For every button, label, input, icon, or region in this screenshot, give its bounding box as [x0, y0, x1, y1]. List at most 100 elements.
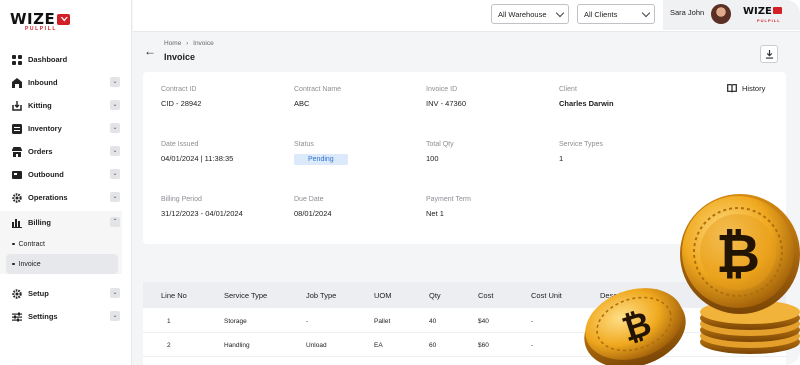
field-invoice-id: Invoice ID INV - 47360 — [426, 86, 466, 108]
field-value: ABC — [294, 99, 310, 108]
field-due-date: Due Date 08/01/2024 — [294, 196, 332, 218]
table-cell: 2 — [167, 342, 171, 349]
download-button[interactable] — [760, 45, 778, 63]
chevron-down-icon — [641, 8, 651, 18]
column-header[interactable]: Qty — [429, 291, 441, 300]
table-cell: Handling — [224, 342, 250, 349]
bar-chart-icon — [11, 217, 22, 228]
avatar[interactable] — [711, 4, 731, 24]
field-contract-name: Contract Name ABC — [294, 86, 341, 108]
field-label: Total Qty — [426, 141, 454, 148]
field-label: Status — [294, 141, 314, 148]
sidebar-item-inventory[interactable]: Inventory ⌄ — [0, 117, 132, 140]
bitcoin-coins-icon: ₿ ₿ — [584, 194, 800, 365]
status-badge: Pending — [294, 154, 348, 165]
field-label: Contract Name — [294, 86, 342, 93]
sidebar-item-label: Orders — [28, 147, 53, 156]
column-header[interactable]: Job Type — [306, 291, 336, 300]
field-value: 08/01/2024 — [294, 209, 332, 218]
page-title: Invoice — [164, 52, 196, 62]
back-arrow-icon[interactable]: ← — [144, 44, 156, 58]
field-value: Net 1 — [426, 209, 444, 218]
sidebar-item-label: Outbound — [28, 170, 64, 179]
field-value: 1 — [559, 154, 564, 163]
client-logo-name: WIZE — [743, 6, 772, 17]
table-cell: 1 — [167, 318, 171, 325]
sidebar-item-orders[interactable]: Orders ⌄ — [0, 140, 132, 163]
user-menu[interactable]: Sara John WIZE PULPILL — [663, 0, 800, 30]
column-header[interactable]: Cost — [478, 291, 493, 300]
sidebar-item-settings[interactable]: Settings ⌄ — [0, 305, 132, 328]
brand-tagline: PULPILL — [25, 26, 58, 32]
field-label: Client — [559, 86, 577, 93]
truck-box-icon — [11, 169, 22, 180]
chevron-down-icon[interactable]: ⌄ — [110, 146, 120, 156]
sidebar-item-outbound[interactable]: Outbound ⌄ — [0, 163, 132, 186]
logo-mark-icon — [57, 13, 70, 25]
field-value: INV - 47360 — [426, 99, 467, 108]
column-header[interactable]: UOM — [374, 291, 392, 300]
sidebar-item-billing[interactable]: Billing ⌃ — [0, 211, 122, 234]
list-box-icon — [11, 123, 22, 134]
sidebar-subitem-label: Contract — [18, 240, 45, 248]
field-label: Invoice ID — [426, 86, 458, 93]
sidebar-item-label: Inventory — [28, 124, 62, 133]
history-button[interactable]: History — [727, 84, 765, 93]
field-label: Contract ID — [161, 86, 197, 93]
table-cell: $40 — [478, 318, 489, 325]
field-value: CID - 28942 — [161, 99, 202, 108]
chevron-down-icon[interactable]: ⌄ — [110, 77, 120, 87]
box-download-icon — [11, 100, 22, 111]
breadcrumb-current: Invoice — [193, 40, 214, 47]
chevron-down-icon[interactable]: ⌄ — [110, 311, 120, 321]
table-cell: - — [531, 342, 534, 349]
field-client: Client Charles Darwin — [559, 86, 614, 108]
sidebar-item-operations[interactable]: Operations ⌄ — [0, 186, 132, 209]
table-cell: Storage — [224, 318, 247, 325]
sidebar-nav: Dashboard Inbound ⌄ Kitting ⌄ Inventory … — [0, 48, 132, 328]
field-label: Date Issued — [161, 141, 199, 148]
chevron-down-icon — [555, 8, 565, 18]
chevron-down-icon[interactable]: ⌄ — [110, 100, 120, 110]
sidebar-item-kitting[interactable]: Kitting ⌄ — [0, 94, 132, 117]
client-logo-tagline: PULPILL — [757, 18, 781, 23]
field-total-qty: Total Qty 100 — [426, 141, 454, 163]
billing-group: Billing ⌃ Contract Invoice — [0, 211, 122, 274]
warehouse-select[interactable]: All Warehouse — [491, 4, 569, 24]
sidebar-item-dashboard[interactable]: Dashboard — [0, 48, 132, 71]
sidebar-subitem-invoice[interactable]: Invoice — [6, 254, 118, 274]
download-icon — [765, 49, 773, 59]
shop-icon — [11, 146, 22, 157]
sidebar-item-label: Kitting — [28, 101, 52, 110]
field-label: Service Types — [559, 141, 603, 148]
sidebar-item-label: Operations — [28, 193, 68, 202]
sidebar-item-label: Settings — [28, 312, 58, 321]
breadcrumb-separator: › — [186, 40, 189, 47]
chevron-down-icon[interactable]: ⌄ — [110, 192, 120, 202]
breadcrumb-home[interactable]: Home — [164, 40, 181, 47]
field-value: Charles Darwin — [559, 99, 614, 108]
field-billing-period: Billing Period 31/12/2023 - 04/01/2024 — [161, 196, 243, 218]
field-payment-term: Payment Term Net 1 — [426, 196, 471, 218]
breadcrumb: Home › Invoice — [164, 40, 214, 47]
sliders-icon — [11, 311, 22, 322]
table-cell: $60 — [478, 342, 489, 349]
logo-mark-icon — [772, 7, 782, 14]
sidebar-item-setup[interactable]: Setup ⌄ — [0, 282, 132, 305]
table-cell: EA — [374, 342, 383, 349]
chevron-down-icon[interactable]: ⌄ — [110, 288, 120, 298]
chevron-down-icon[interactable]: ⌄ — [110, 169, 120, 179]
sidebar-item-inbound[interactable]: Inbound ⌄ — [0, 71, 132, 94]
column-header[interactable]: Service Type — [224, 291, 267, 300]
app-window: WIZE PULPILL Dashboard Inbound ⌄ Kitting… — [0, 0, 800, 365]
chevron-up-icon[interactable]: ⌃ — [110, 217, 120, 227]
brand-logo[interactable]: WIZE PULPILL — [10, 10, 70, 36]
column-header[interactable]: Line No — [161, 291, 187, 300]
clients-select[interactable]: All Clients — [577, 4, 655, 24]
field-label: Due Date — [294, 196, 324, 203]
chevron-down-icon[interactable]: ⌄ — [110, 123, 120, 133]
book-icon — [727, 84, 737, 93]
sidebar-subitem-label: Invoice — [18, 260, 41, 268]
sidebar-subitem-contract[interactable]: Contract — [0, 234, 122, 254]
column-header[interactable]: Cost Unit — [531, 291, 562, 300]
